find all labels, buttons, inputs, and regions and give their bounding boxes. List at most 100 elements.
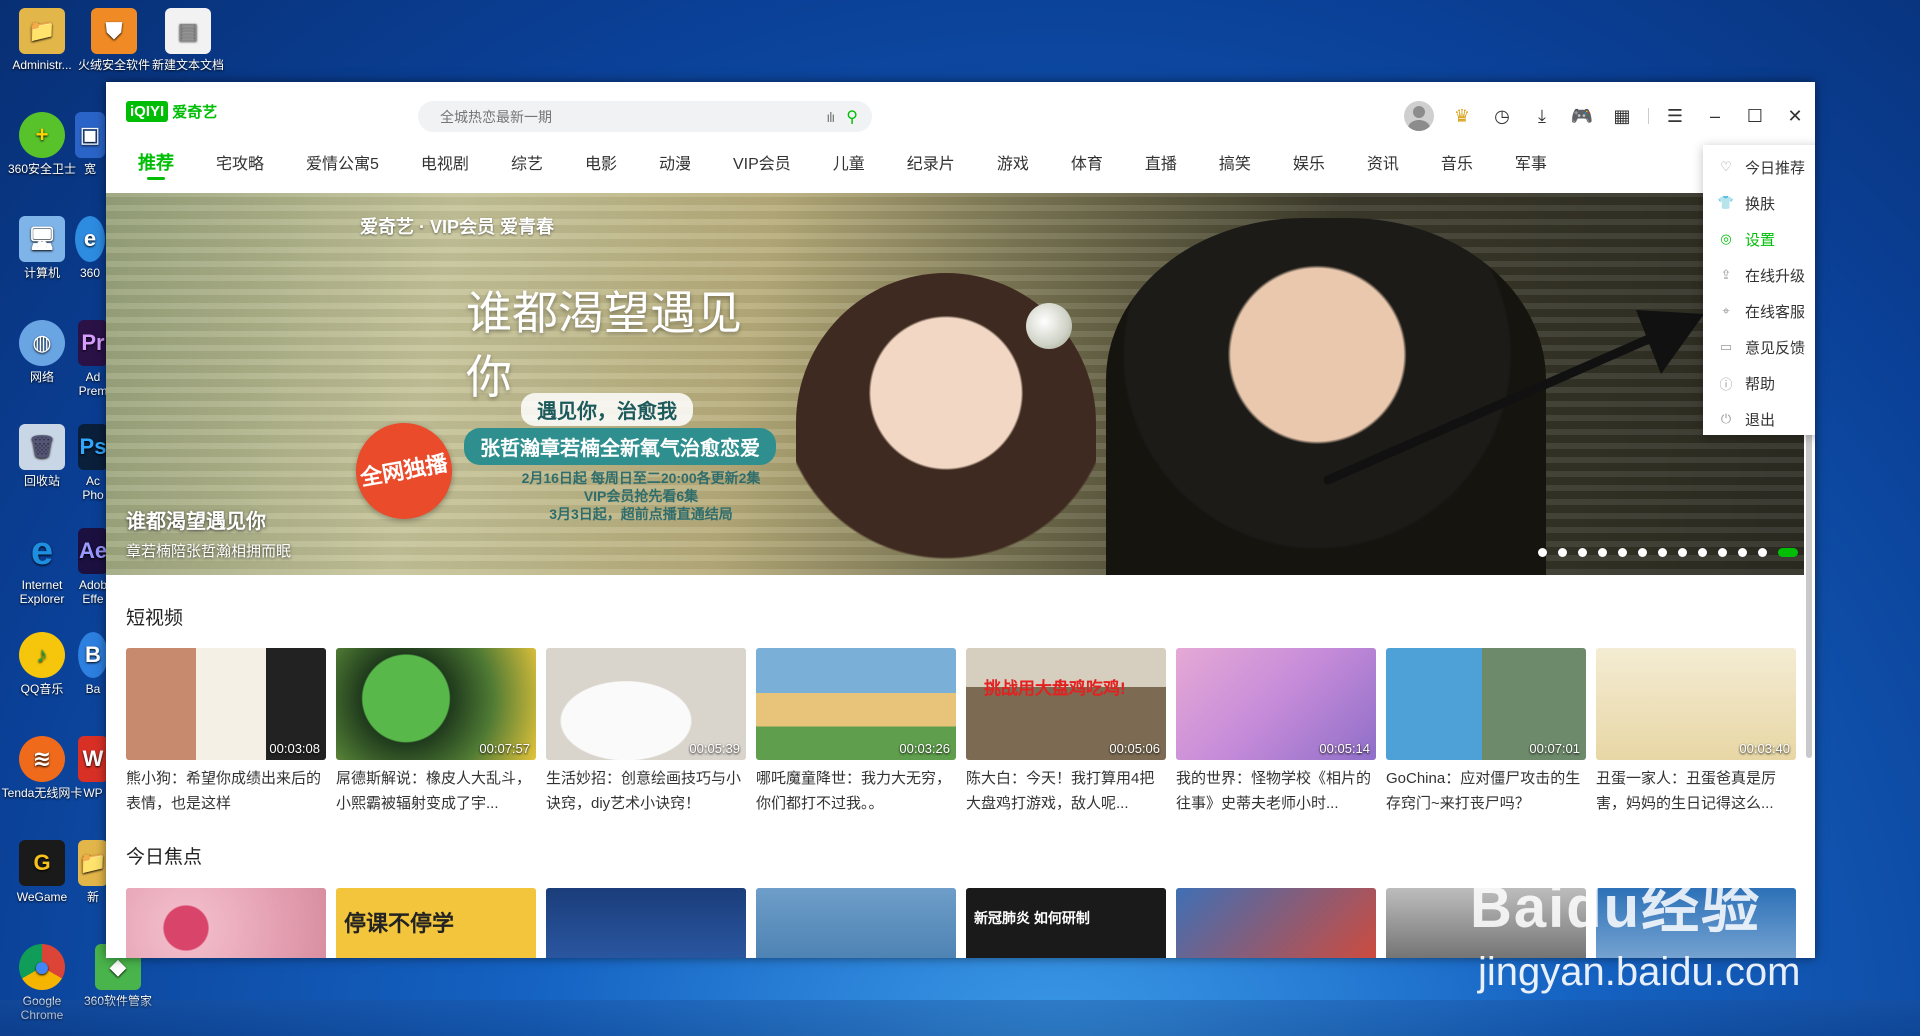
nav-item[interactable]: 军事	[1503, 142, 1559, 182]
menu-item-feedback[interactable]: ▭ 意见反馈	[1703, 329, 1815, 365]
nav-item[interactable]: 搞笑	[1207, 142, 1263, 182]
focus-card[interactable]: 停课不停学	[336, 888, 536, 958]
avatar[interactable]	[1404, 101, 1434, 131]
focus-thumbnail[interactable]: 停课不停学	[336, 888, 536, 958]
menu-item-skin[interactable]: 👕换肤›	[1703, 185, 1815, 221]
desktop-icon-tenda[interactable]: ≋ Tenda无线网卡	[0, 736, 84, 800]
video-title[interactable]: 屌德斯解说：橡皮人大乱斗，小熙霸被辐射变成了宇...	[336, 766, 536, 816]
hero-banner[interactable]: 爱奇艺 · VIP会员 爱青春 谁都渴望遇见你 遇见你，治愈我 张哲瀚章若楠全新…	[106, 193, 1804, 575]
carousel-dot[interactable]	[1718, 548, 1727, 557]
video-title[interactable]: 丑蛋一家人：丑蛋爸真是厉害，妈妈的生日记得这么...	[1596, 766, 1796, 816]
desktop-icon-after-effects[interactable]: Ae Adob Effe	[76, 528, 110, 606]
focus-thumbnail[interactable]	[1176, 888, 1376, 958]
desktop-icon-broadband[interactable]: ▣ 宽	[70, 112, 110, 176]
desktop-icon-internet-explorer[interactable]: e Internet Explorer	[0, 528, 84, 606]
nav-item[interactable]: 爱情公寓5	[294, 142, 391, 182]
desktop-icon-new-folder[interactable]: 📁 新	[76, 840, 110, 904]
nav-item[interactable]: 儿童	[821, 142, 877, 182]
video-card[interactable]: 00:07:57 屌德斯解说：橡皮人大乱斗，小熙霸被辐射变成了宇...	[336, 648, 536, 816]
desktop-icon-baidu[interactable]: B Ba	[76, 632, 110, 696]
carousel-dot[interactable]	[1658, 548, 1667, 557]
video-thumbnail[interactable]: 00:05:39	[546, 648, 746, 760]
focus-thumbnail[interactable]	[546, 888, 746, 958]
nav-item-recommend[interactable]: 推荐	[126, 142, 186, 182]
desktop-icon-wps[interactable]: W WP	[76, 736, 110, 800]
desktop-icon-360-browser[interactable]: e 360	[70, 216, 110, 280]
game-icon[interactable]: 🎮	[1562, 100, 1602, 132]
carousel-dot[interactable]	[1538, 548, 1547, 557]
close-icon[interactable]: ✕	[1775, 100, 1815, 132]
search-input[interactable]	[440, 108, 827, 125]
menu-item-settings[interactable]: ◎ 设置	[1703, 221, 1815, 257]
desktop-icon-network[interactable]: ◍ 网络	[0, 320, 84, 384]
menu-item-today-recommend[interactable]: ♡ 今日推荐	[1703, 149, 1815, 185]
video-card[interactable]: 00:03:26 哪吒魔童降世：我力大无穷，你们都打不过我。。	[756, 648, 956, 816]
video-thumbnail[interactable]: 挑战用大盘鸡吃鸡! 00:05:06	[966, 648, 1166, 760]
video-thumbnail[interactable]: 00:03:26	[756, 648, 956, 760]
video-thumbnail[interactable]: 00:07:01	[1386, 648, 1586, 760]
focus-thumbnail[interactable]	[126, 888, 326, 958]
video-card[interactable]: 00:07:01 GoChina：应对僵尸攻击的生存窍门~来打丧尸吗？	[1386, 648, 1586, 816]
nav-item[interactable]: 电视剧	[409, 142, 481, 182]
menu-icon[interactable]: ☰	[1655, 100, 1695, 132]
nav-item[interactable]: 电影	[573, 142, 629, 182]
minimize-icon[interactable]: –	[1695, 100, 1735, 132]
nav-item[interactable]: 动漫	[647, 142, 703, 182]
desktop-icon-qq-music[interactable]: ♪ QQ音乐	[0, 632, 84, 696]
iqiyi-logo[interactable]: iQIYI 爱奇艺	[126, 101, 217, 122]
video-title[interactable]: 我的世界：怪物学校《相片的往事》史蒂夫老师小时...	[1176, 766, 1376, 816]
menu-item-exit[interactable]: ⏻ 退出	[1703, 401, 1815, 437]
nav-item[interactable]: 综艺	[499, 142, 555, 182]
carousel-dot[interactable]	[1758, 548, 1767, 557]
maximize-icon[interactable]: ☐	[1735, 100, 1775, 132]
video-title[interactable]: 哪吒魔童降世：我力大无穷，你们都打不过我。。	[756, 766, 956, 816]
desktop-icon-recycle-bin[interactable]: 🗑 回收站	[0, 424, 84, 488]
desktop-icon-photoshop[interactable]: Ps Ac Pho	[76, 424, 110, 502]
nav-item[interactable]: 游戏	[985, 142, 1041, 182]
carousel-dot[interactable]	[1618, 548, 1627, 557]
video-title[interactable]: 生活妙招：创意绘画技巧与小诀窍，diy艺术小诀窍！	[546, 766, 746, 816]
nav-item[interactable]: 纪录片	[895, 142, 967, 182]
focus-card[interactable]: 新冠肺炎 如何研制	[966, 888, 1166, 958]
menu-item-help[interactable]: ⓘ帮助›	[1703, 365, 1815, 401]
nav-item[interactable]: VIP会员	[721, 142, 803, 182]
video-title[interactable]: 熊小狗：希望你成绩出来后的表情，也是这样	[126, 766, 326, 816]
banner-title[interactable]: 谁都渴望遇见你	[126, 505, 291, 534]
history-icon[interactable]: ◷	[1482, 100, 1522, 132]
video-card[interactable]: 00:05:39 生活妙招：创意绘画技巧与小诀窍，diy艺术小诀窍！	[546, 648, 746, 816]
focus-card[interactable]	[546, 888, 746, 958]
voice-search-icon[interactable]: ılı	[826, 109, 835, 125]
nav-item[interactable]: 资讯	[1355, 142, 1411, 182]
carousel-dot[interactable]	[1598, 548, 1607, 557]
video-card[interactable]: 00:03:08 熊小狗：希望你成绩出来后的表情，也是这样	[126, 648, 326, 816]
desktop-icon-premiere[interactable]: Pr Ad Prem	[76, 320, 110, 398]
focus-card[interactable]	[1176, 888, 1376, 958]
carousel-dot[interactable]	[1738, 548, 1747, 557]
desktop-icon-huorong[interactable]: ⛊ 火绒安全软件	[72, 8, 156, 72]
video-card[interactable]: 00:05:14 我的世界：怪物学校《相片的往事》史蒂夫老师小时...	[1176, 648, 1376, 816]
menu-item-online-upgrade[interactable]: ⇪ 在线升级	[1703, 257, 1815, 293]
nav-item[interactable]: 宅攻略	[204, 142, 276, 182]
video-thumbnail[interactable]: 00:03:40	[1596, 648, 1796, 760]
vip-crown-icon[interactable]: ♛	[1442, 100, 1482, 132]
nav-item[interactable]: 体育	[1059, 142, 1115, 182]
carousel-dot[interactable]	[1558, 548, 1567, 557]
video-thumbnail[interactable]: 00:07:57	[336, 648, 536, 760]
desktop-icon-new-text[interactable]: ▤ 新建文本文档	[146, 8, 230, 72]
focus-card[interactable]	[126, 888, 326, 958]
desktop-icon-wegame[interactable]: G WeGame	[0, 840, 84, 904]
download-icon[interactable]: ⤓	[1522, 100, 1562, 132]
carousel-dot[interactable]	[1578, 548, 1587, 557]
menu-item-online-support[interactable]: ⌖ 在线客服	[1703, 293, 1815, 329]
focus-card[interactable]	[756, 888, 956, 958]
nav-item[interactable]: 娱乐	[1281, 142, 1337, 182]
carousel-dot[interactable]	[1638, 548, 1647, 557]
video-card[interactable]: 00:03:40 丑蛋一家人：丑蛋爸真是厉害，妈妈的生日记得这么...	[1596, 648, 1796, 816]
carousel-dot-active[interactable]	[1778, 548, 1798, 557]
video-thumbnail[interactable]: 00:03:08	[126, 648, 326, 760]
carousel-dot[interactable]	[1698, 548, 1707, 557]
video-card[interactable]: 挑战用大盘鸡吃鸡! 00:05:06 陈大白：今天！我打算用4把大盘鸡打游戏，敌人…	[966, 648, 1166, 816]
video-thumbnail[interactable]: 00:05:14	[1176, 648, 1376, 760]
search-icon[interactable]: ⚲	[846, 107, 858, 127]
focus-thumbnail[interactable]	[756, 888, 956, 958]
